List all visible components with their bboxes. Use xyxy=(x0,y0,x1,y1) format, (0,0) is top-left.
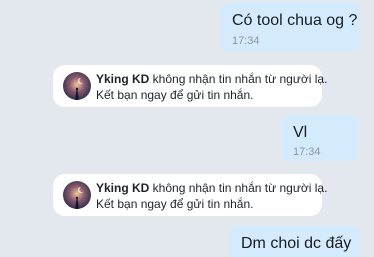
notice-line-1: Yking KD không nhận tin nhắn từ người lạ… xyxy=(96,181,327,195)
notice-text: không nhận tin nhắn từ người lạ. xyxy=(149,181,328,195)
contact-name[interactable]: Yking KD xyxy=(96,181,149,195)
message-bubble-outgoing[interactable]: Có tool chua og ? 17:34 xyxy=(221,2,360,51)
notice-text: không nhận tin nhắn từ người lạ. xyxy=(149,72,328,86)
notice-line-2: Kết bạn ngay để gửi tin nhắn. xyxy=(96,197,254,211)
notice-line-2: Kết bạn ngay để gửi tin nhắn. xyxy=(96,88,254,102)
avatar[interactable] xyxy=(63,181,91,209)
avatar[interactable] xyxy=(63,72,91,100)
contact-name[interactable]: Yking KD xyxy=(96,72,149,86)
message-time: 17:34 xyxy=(232,35,260,47)
message-text: Dm choi dc đấy xyxy=(241,235,352,252)
notice-line-1: Yking KD không nhận tin nhắn từ người lạ… xyxy=(96,72,327,86)
message-text: Có tool chua og ? xyxy=(232,12,358,29)
stranger-notice: Yking KD không nhận tin nhắn từ người lạ… xyxy=(53,174,327,216)
message-text: Vl xyxy=(293,124,308,141)
stranger-notice: Yking KD không nhận tin nhắn từ người lạ… xyxy=(53,65,327,107)
message-bubble-outgoing[interactable]: Vl 17:34 xyxy=(282,115,358,161)
message-bubble-outgoing[interactable]: Dm choi dc đấy xyxy=(230,226,360,257)
message-time: 17:34 xyxy=(293,146,321,158)
